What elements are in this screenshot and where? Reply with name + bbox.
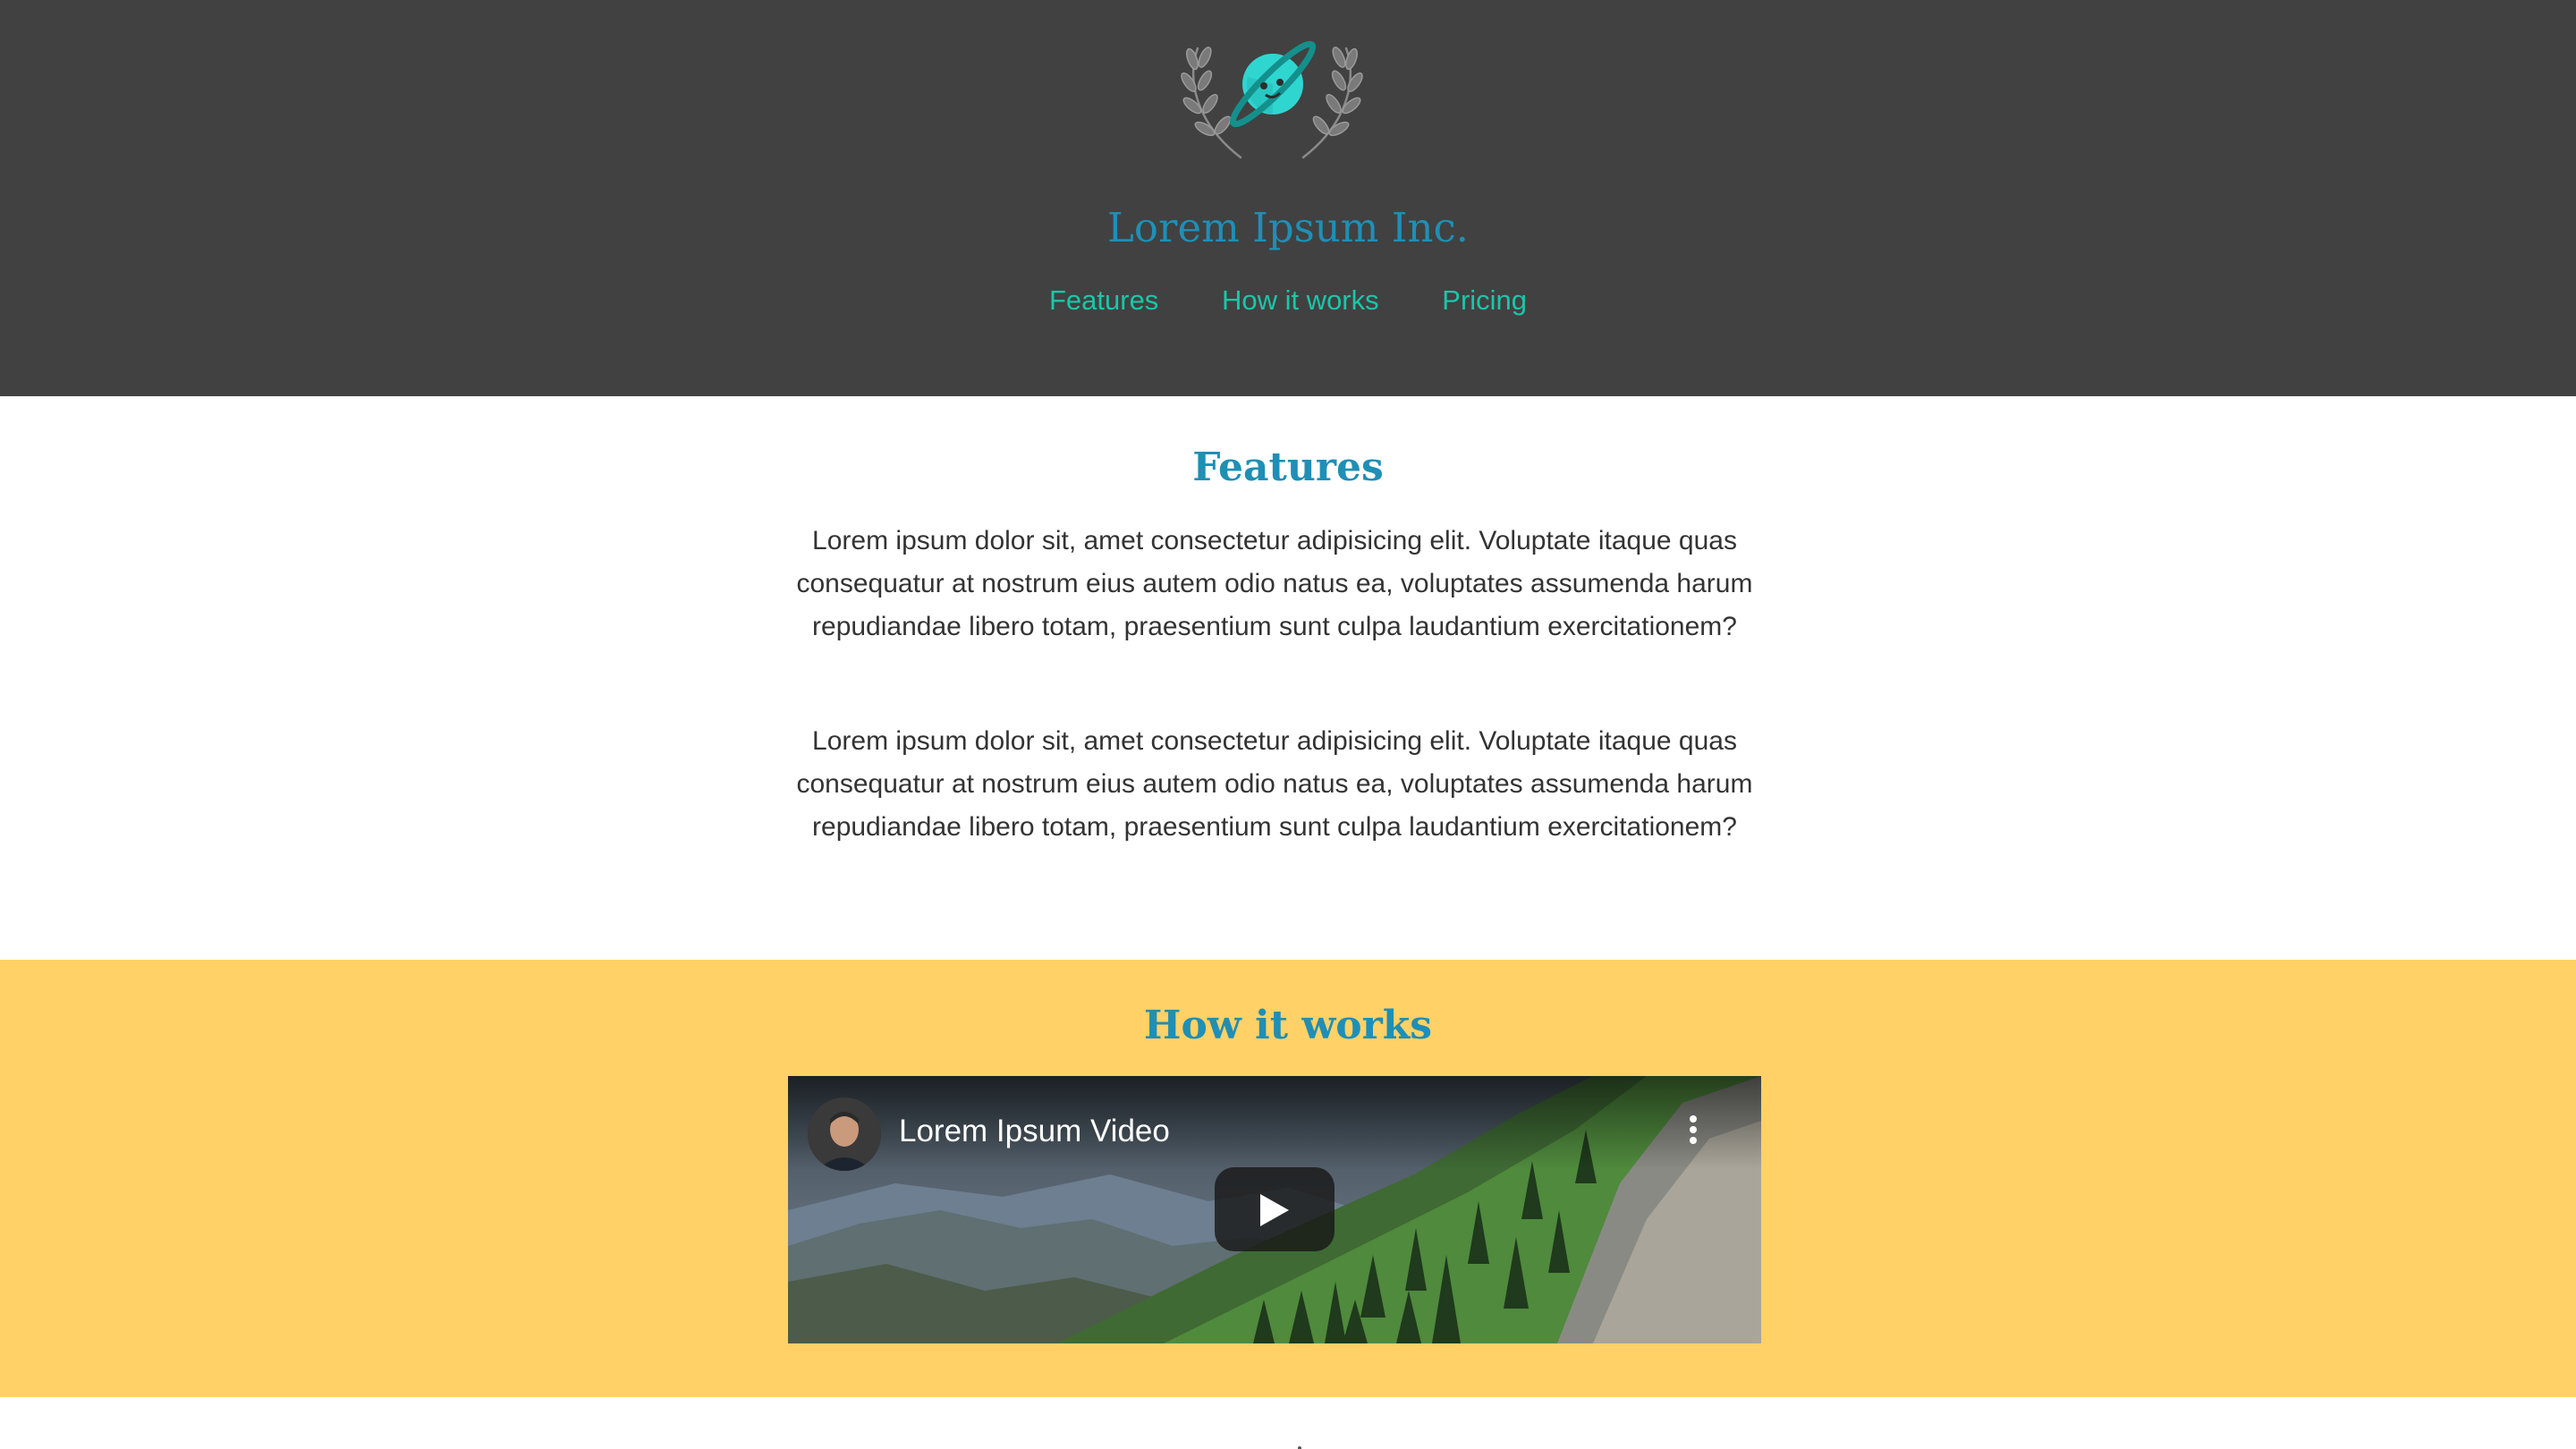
main-nav: Features How it works Pricing <box>0 284 2576 317</box>
video-player[interactable]: Lorem Ipsum Video <box>788 1076 1761 1343</box>
video-title[interactable]: Lorem Ipsum Video <box>899 1114 1170 1149</box>
how-it-works-section: How it works Lorem Ipsum Video <box>0 960 2576 1397</box>
site-header: Lorem Ipsum Inc. Features How it works P… <box>0 0 2576 396</box>
planet-laurel-icon[interactable] <box>1169 32 1375 165</box>
avatar-icon <box>808 1097 881 1171</box>
play-button[interactable] <box>1215 1167 1335 1251</box>
features-section: Features Lorem ipsum dolor sit, amet con… <box>0 396 2576 960</box>
nav-link-pricing[interactable]: Pricing <box>1442 284 1527 317</box>
pricing-section-edge <box>1298 1446 1301 1449</box>
nav-link-features[interactable]: Features <box>1049 284 1158 317</box>
how-it-works-heading: How it works <box>1143 1003 1433 1048</box>
brand-name[interactable]: Lorem Ipsum Inc. <box>0 204 2576 251</box>
features-paragraph: Lorem ipsum dolor sit, amet consectetur … <box>796 726 1753 842</box>
features-paragraph: Lorem ipsum dolor sit, amet consectetur … <box>796 526 1753 641</box>
more-vertical-icon[interactable] <box>1682 1110 1704 1155</box>
play-icon <box>1260 1194 1289 1226</box>
features-heading: Features <box>1192 445 1384 490</box>
nav-link-how-it-works[interactable]: How it works <box>1222 284 1379 317</box>
channel-avatar[interactable] <box>808 1097 881 1171</box>
